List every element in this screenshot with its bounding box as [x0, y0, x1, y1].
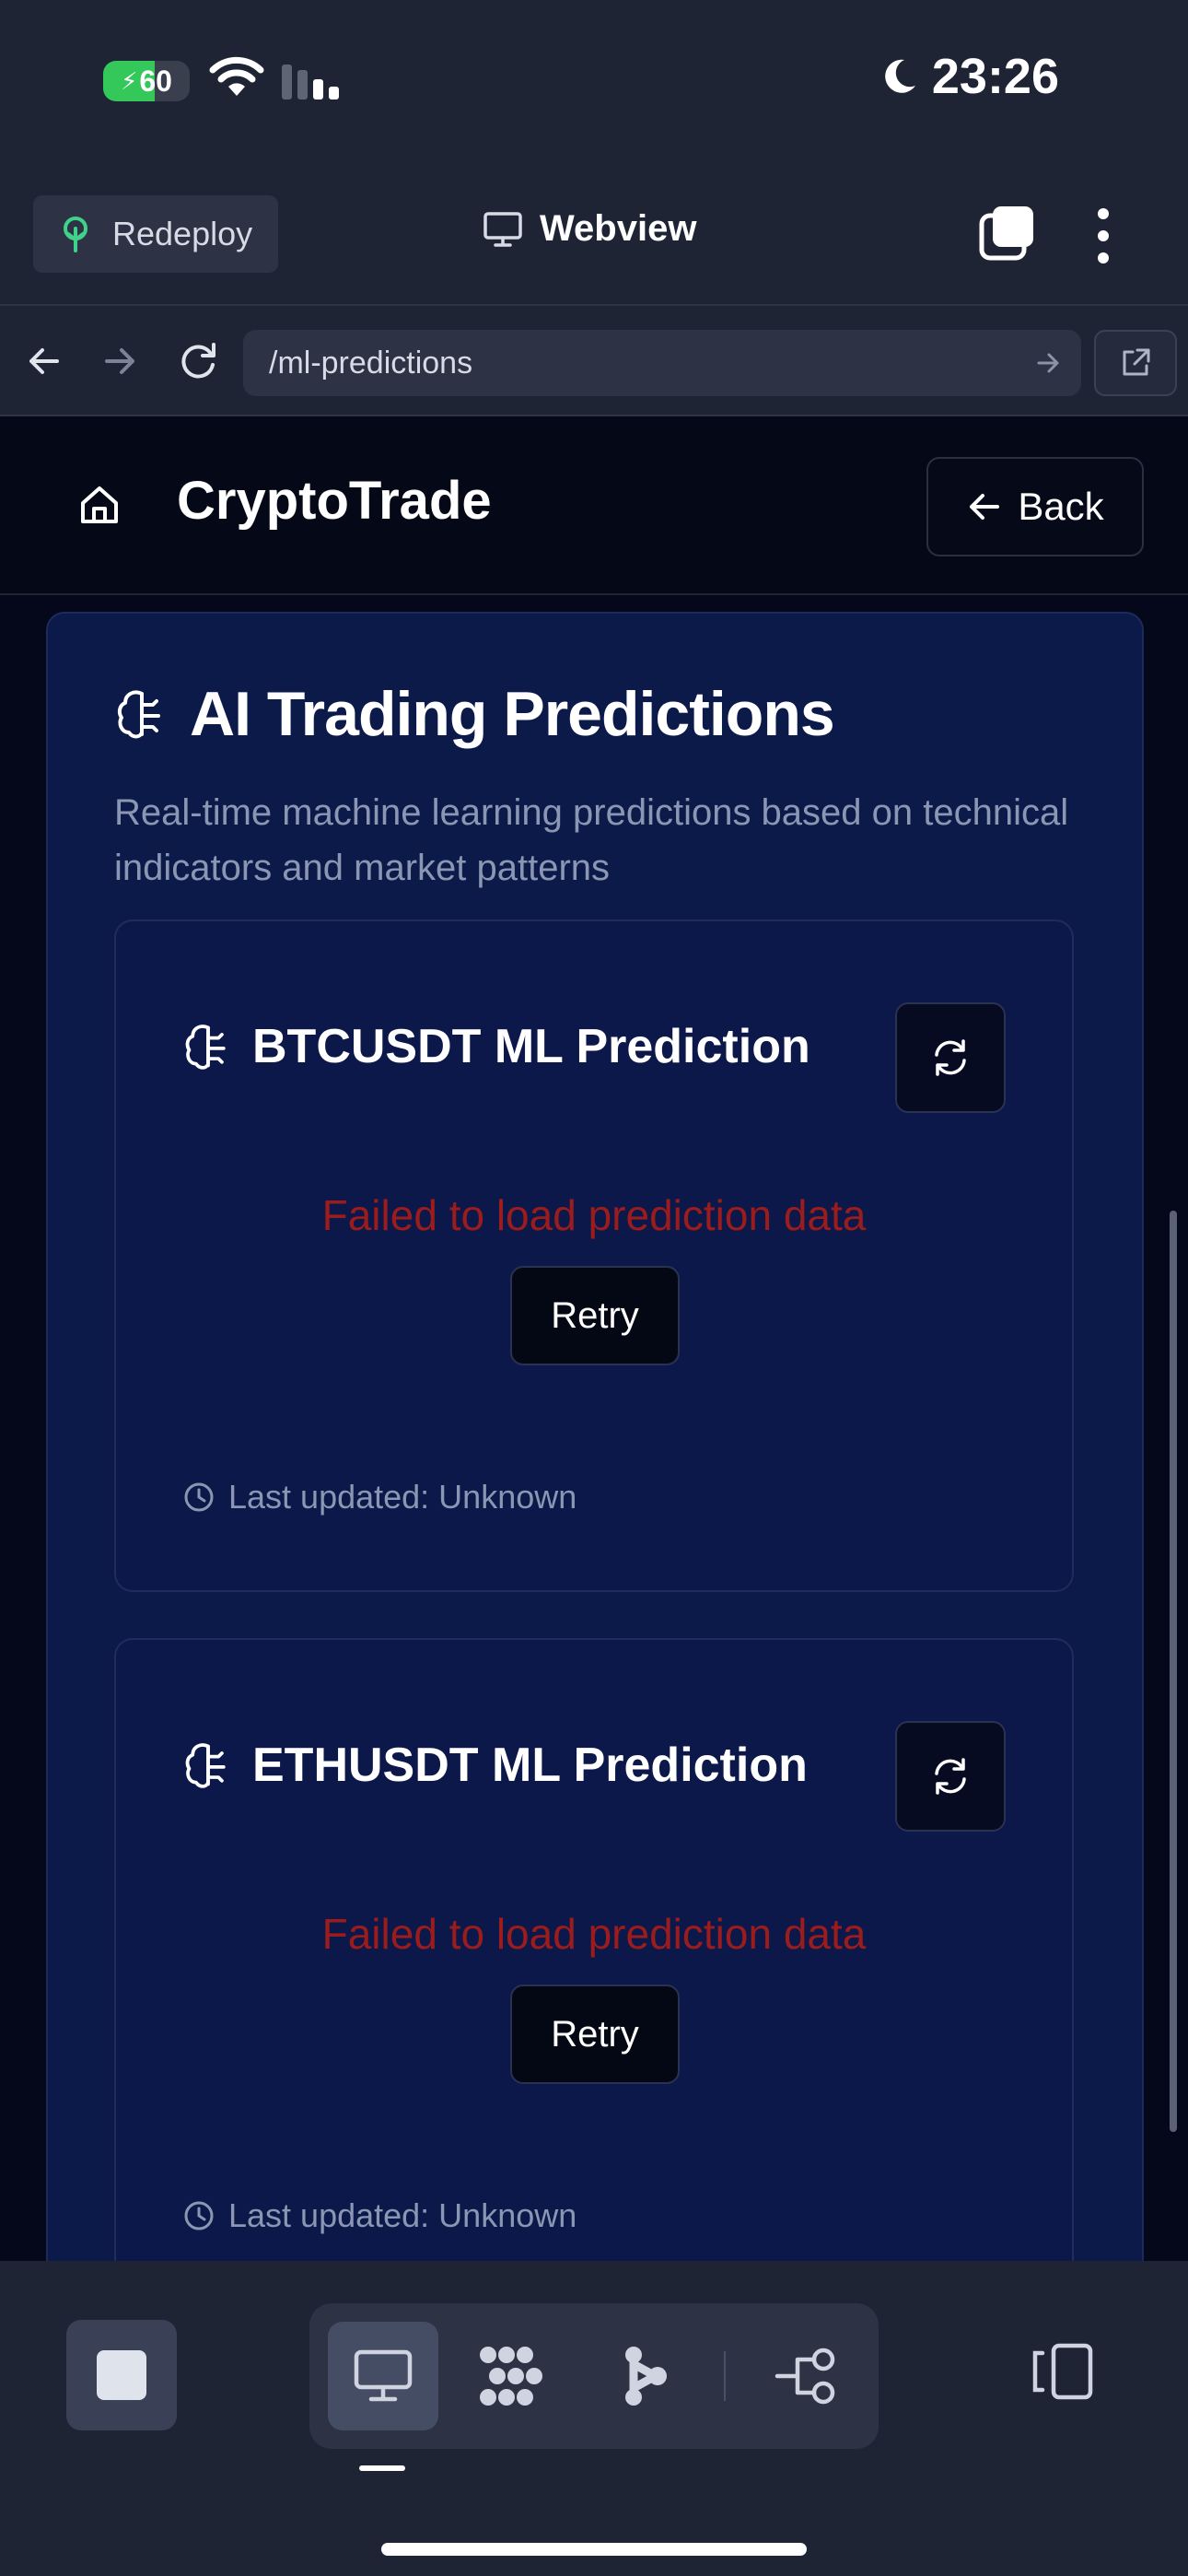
stop-icon	[97, 2350, 146, 2400]
prediction-card-ethusdt: ETHUSDT ML Prediction Failed to load pre…	[114, 1638, 1074, 2261]
stop-button[interactable]	[66, 2320, 177, 2430]
refresh-button[interactable]	[895, 1002, 1006, 1113]
toolbar-divider	[724, 2351, 726, 2401]
error-message: Failed to load prediction data	[321, 1910, 867, 1958]
bottom-toolbar	[0, 2261, 1188, 2576]
arrow-left-icon	[970, 494, 1000, 520]
scrollbar-thumb[interactable]	[1170, 1211, 1177, 2132]
monitor-icon	[483, 211, 522, 247]
brain-icon	[117, 690, 160, 739]
brain-icon	[185, 1743, 226, 1788]
predictions-panel: AI Trading Predictions Real-time machine…	[46, 612, 1144, 2261]
back-button[interactable]: Back	[926, 457, 1144, 556]
webview-content: CryptoTrade Back AI Trading Predictions …	[0, 416, 1188, 2261]
forward-arrow-icon[interactable]	[101, 335, 138, 387]
tabs-icon[interactable]	[978, 205, 1035, 262]
battery-indicator: ⚡ 60	[103, 61, 190, 101]
retry-button[interactable]: Retry	[510, 1985, 680, 2084]
redeploy-label: Redeploy	[112, 215, 253, 252]
deploy-icon	[64, 217, 87, 252]
refresh-icon	[935, 1758, 966, 1795]
go-arrow-icon[interactable]	[1035, 350, 1061, 376]
refresh-icon	[935, 1039, 966, 1076]
git-branch-icon	[775, 2348, 835, 2405]
layout-switch-icon[interactable]	[1030, 2342, 1096, 2401]
open-external-button[interactable]	[1094, 330, 1177, 396]
agent-tool-button[interactable]	[589, 2322, 700, 2430]
refresh-button[interactable]	[895, 1721, 1006, 1832]
error-message: Failed to load prediction data	[321, 1191, 867, 1239]
external-link-icon	[1123, 348, 1150, 376]
home-icon[interactable]	[77, 483, 122, 527]
url-input[interactable]: /ml-predictions	[243, 330, 1081, 396]
more-options-icon[interactable]	[1092, 208, 1114, 263]
panel-title: AI Trading Predictions	[190, 679, 835, 749]
monitor-icon	[354, 2349, 413, 2402]
app-header: CryptoTrade Back	[0, 416, 1188, 595]
clock-icon	[184, 2201, 214, 2231]
webview-title-text: Webview	[540, 208, 697, 249]
workspace-tool-button[interactable]	[457, 2322, 567, 2430]
moon-icon	[885, 59, 915, 93]
card-title: BTCUSDT ML Prediction	[252, 1020, 810, 1073]
wifi-icon	[209, 56, 264, 96]
last-updated: Last updated: Unknown	[228, 2196, 577, 2234]
status-bar: ⚡ 60 23:26	[0, 0, 1188, 166]
last-updated: Last updated: Unknown	[228, 1478, 577, 1516]
back-label: Back	[1018, 485, 1104, 528]
webview-tool-button[interactable]	[328, 2322, 438, 2430]
panel-subtitle: Real-time machine learning predictions b…	[114, 792, 1069, 888]
battery-percent: 60	[139, 64, 172, 98]
retry-button[interactable]: Retry	[510, 1266, 680, 1365]
tool-switcher	[309, 2303, 879, 2449]
agent-icon	[625, 2347, 667, 2406]
app-top-bar: Redeploy Webview	[0, 166, 1188, 304]
cellular-signal-icon	[282, 64, 339, 100]
url-text: /ml-predictions	[269, 345, 473, 381]
workspace-icon	[480, 2347, 542, 2406]
reload-icon[interactable]	[177, 335, 219, 387]
back-arrow-icon[interactable]	[26, 335, 63, 387]
clock-icon	[184, 1482, 214, 1512]
charging-icon: ⚡	[121, 66, 138, 95]
active-tab-indicator	[359, 2465, 405, 2471]
brain-icon	[185, 1025, 226, 1070]
home-indicator[interactable]	[381, 2543, 807, 2556]
clock-time: 23:26	[931, 49, 1059, 104]
card-title: ETHUSDT ML Prediction	[252, 1739, 808, 1792]
webview-title: Webview	[483, 208, 696, 250]
brand-title[interactable]: CryptoTrade	[177, 470, 492, 532]
redeploy-button[interactable]: Redeploy	[33, 195, 278, 273]
prediction-card-btcusdt: BTCUSDT ML Prediction Failed to load pre…	[114, 919, 1074, 1592]
git-tool-button[interactable]	[751, 2322, 862, 2430]
url-bar: /ml-predictions	[0, 304, 1188, 416]
